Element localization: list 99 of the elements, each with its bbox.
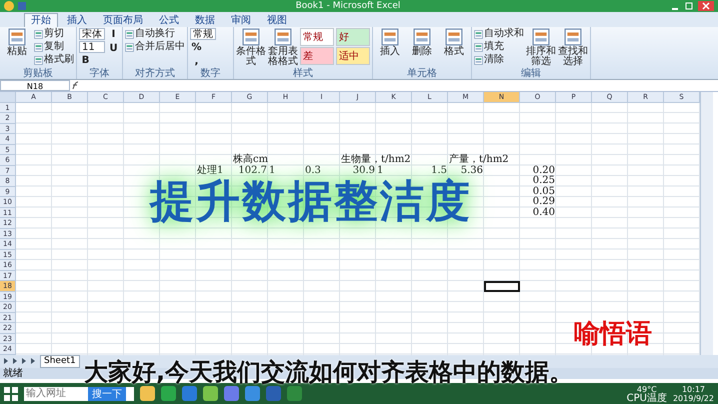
group-label: 对齐方式 bbox=[134, 68, 176, 79]
ribbon-tab[interactable]: 插入 bbox=[60, 13, 94, 27]
small-square-icon bbox=[474, 56, 483, 64]
clock-date[interactable]: 2019/9/22 bbox=[672, 394, 714, 402]
table-cell: 处理1 bbox=[197, 166, 224, 176]
small-square-icon bbox=[34, 30, 43, 38]
ribbon-button[interactable]: 自动求和 bbox=[474, 28, 524, 40]
dropdown[interactable]: 宋体 bbox=[79, 28, 105, 40]
taskbar-app-icon[interactable] bbox=[203, 386, 218, 401]
taskbar-app-icon[interactable] bbox=[224, 386, 239, 401]
grid-icon bbox=[564, 28, 582, 46]
author-mark: 喻悟语 bbox=[574, 318, 652, 351]
small-square-icon bbox=[34, 56, 43, 64]
ribbon-button[interactable]: 排序和筛选 bbox=[526, 28, 556, 67]
search-field[interactable]: 输入网址 搜一下 bbox=[24, 386, 134, 400]
taskbar-app-icon[interactable] bbox=[245, 386, 260, 401]
table-cell: 1.5 bbox=[431, 166, 447, 176]
ribbon-tab[interactable]: 视图 bbox=[260, 13, 294, 27]
format-button[interactable]: , bbox=[190, 55, 203, 68]
table-cell: 0.05 bbox=[532, 186, 555, 196]
group-label: 剪贴板 bbox=[22, 68, 54, 79]
table-cell: 0.3 bbox=[305, 166, 321, 176]
temperature-label: CPU温度 bbox=[626, 394, 667, 402]
video-caption: 大家好,今天我们交流如何对齐表格中的数据。 bbox=[84, 357, 574, 388]
taskbar-app-icon[interactable] bbox=[161, 386, 176, 401]
cell-style[interactable]: 好 bbox=[336, 28, 370, 46]
ribbon-button[interactable]: 查找和选择 bbox=[558, 28, 588, 67]
windows-icon[interactable] bbox=[4, 386, 18, 400]
ribbon-button[interactable]: 格式 bbox=[439, 28, 469, 67]
grid-icon bbox=[8, 28, 26, 46]
clock-time[interactable]: 10:17 bbox=[682, 384, 706, 394]
cell-style[interactable]: 常规 bbox=[300, 28, 334, 46]
format-button[interactable]: B bbox=[79, 54, 92, 67]
format-button[interactable]: % bbox=[190, 41, 203, 54]
overlay-title: 提升数据整洁度 bbox=[150, 175, 472, 229]
table-cell: 5.36 bbox=[460, 166, 483, 176]
ribbon-button[interactable]: 剪切 bbox=[34, 28, 74, 40]
ribbon-tab[interactable]: 开始 bbox=[24, 13, 58, 27]
window-title: Book1 - Microsoft Excel bbox=[294, 1, 402, 11]
grid-icon bbox=[242, 28, 260, 46]
taskbar-app-icon[interactable] bbox=[140, 386, 155, 401]
grid-icon bbox=[532, 28, 550, 46]
table-cell: 30.9 bbox=[352, 166, 375, 176]
vertical-scrollbar[interactable] bbox=[700, 92, 713, 354]
grid-icon bbox=[445, 28, 463, 46]
format-button[interactable]: I bbox=[107, 28, 120, 41]
function-icon[interactable] bbox=[70, 81, 80, 90]
selected-cell[interactable] bbox=[484, 281, 520, 292]
ribbon-tab[interactable]: 页面布局 bbox=[96, 13, 150, 27]
close-icon[interactable] bbox=[698, 1, 714, 11]
ribbon-button[interactable]: 复制 bbox=[34, 41, 74, 53]
cell-style[interactable]: 适中 bbox=[336, 47, 370, 65]
status-text: 就绪 bbox=[3, 368, 23, 378]
dropdown[interactable]: 11 bbox=[79, 41, 105, 53]
table-cell: 生物量，t/hm2 bbox=[341, 155, 411, 165]
small-square-icon bbox=[125, 42, 134, 52]
ribbon-button[interactable]: 清除 bbox=[474, 54, 524, 66]
group-label: 样式 bbox=[292, 68, 314, 79]
table-cell: 0.20 bbox=[532, 166, 555, 176]
group-label: 字体 bbox=[88, 68, 110, 79]
ribbon-button[interactable]: 填充 bbox=[474, 41, 524, 53]
ribbon-button[interactable]: 套用表格格式 bbox=[268, 28, 298, 67]
name-box[interactable]: N18 bbox=[0, 80, 70, 91]
cell-style[interactable]: 差 bbox=[300, 47, 334, 65]
group-label: 编辑 bbox=[520, 68, 542, 79]
sheet-tab[interactable]: Sheet1 bbox=[40, 354, 80, 368]
app-logo-icon[interactable] bbox=[4, 1, 14, 11]
ribbon-button[interactable]: 插入 bbox=[375, 28, 405, 67]
table-cell: 株高cm bbox=[233, 155, 268, 165]
small-square-icon bbox=[34, 42, 43, 52]
grid-icon bbox=[274, 28, 292, 46]
table-cell: 产量，t/hm2 bbox=[449, 155, 509, 165]
ribbon-button[interactable]: 删除 bbox=[407, 28, 437, 67]
ribbon-button[interactable]: 粘贴 bbox=[2, 28, 32, 67]
table-cell: 1 bbox=[269, 166, 276, 176]
group-label: 单元格 bbox=[406, 68, 438, 79]
dropdown[interactable]: 常规 bbox=[190, 28, 216, 40]
ribbon-button[interactable]: 合并后居中 bbox=[125, 41, 185, 53]
format-button[interactable]: U bbox=[107, 42, 120, 55]
table-cell: 0.40 bbox=[532, 208, 555, 218]
ribbon-button[interactable]: 格式刷 bbox=[34, 54, 74, 66]
ribbon-tab[interactable]: 审阅 bbox=[224, 13, 258, 27]
table-cell: 0.25 bbox=[532, 176, 555, 186]
group-label: 数字 bbox=[200, 68, 222, 79]
ribbon-tab[interactable]: 数据 bbox=[188, 13, 222, 27]
small-square-icon bbox=[474, 30, 483, 38]
table-cell: 1 bbox=[377, 166, 384, 176]
temperature-text: 49°C bbox=[636, 384, 657, 394]
ribbon-tab[interactable]: 公式 bbox=[152, 13, 186, 27]
small-square-icon bbox=[474, 42, 483, 52]
grid-icon bbox=[381, 28, 399, 46]
small-square-icon bbox=[125, 30, 134, 38]
ribbon-button[interactable]: 条件格式 bbox=[236, 28, 266, 67]
grid-icon bbox=[413, 28, 431, 46]
ribbon-button[interactable]: 自动换行 bbox=[125, 28, 185, 40]
maximize-icon[interactable] bbox=[684, 2, 694, 10]
table-cell: 102.7 bbox=[238, 166, 267, 176]
search-button[interactable]: 搜一下 bbox=[88, 386, 126, 400]
table-cell: 0.29 bbox=[532, 197, 555, 207]
